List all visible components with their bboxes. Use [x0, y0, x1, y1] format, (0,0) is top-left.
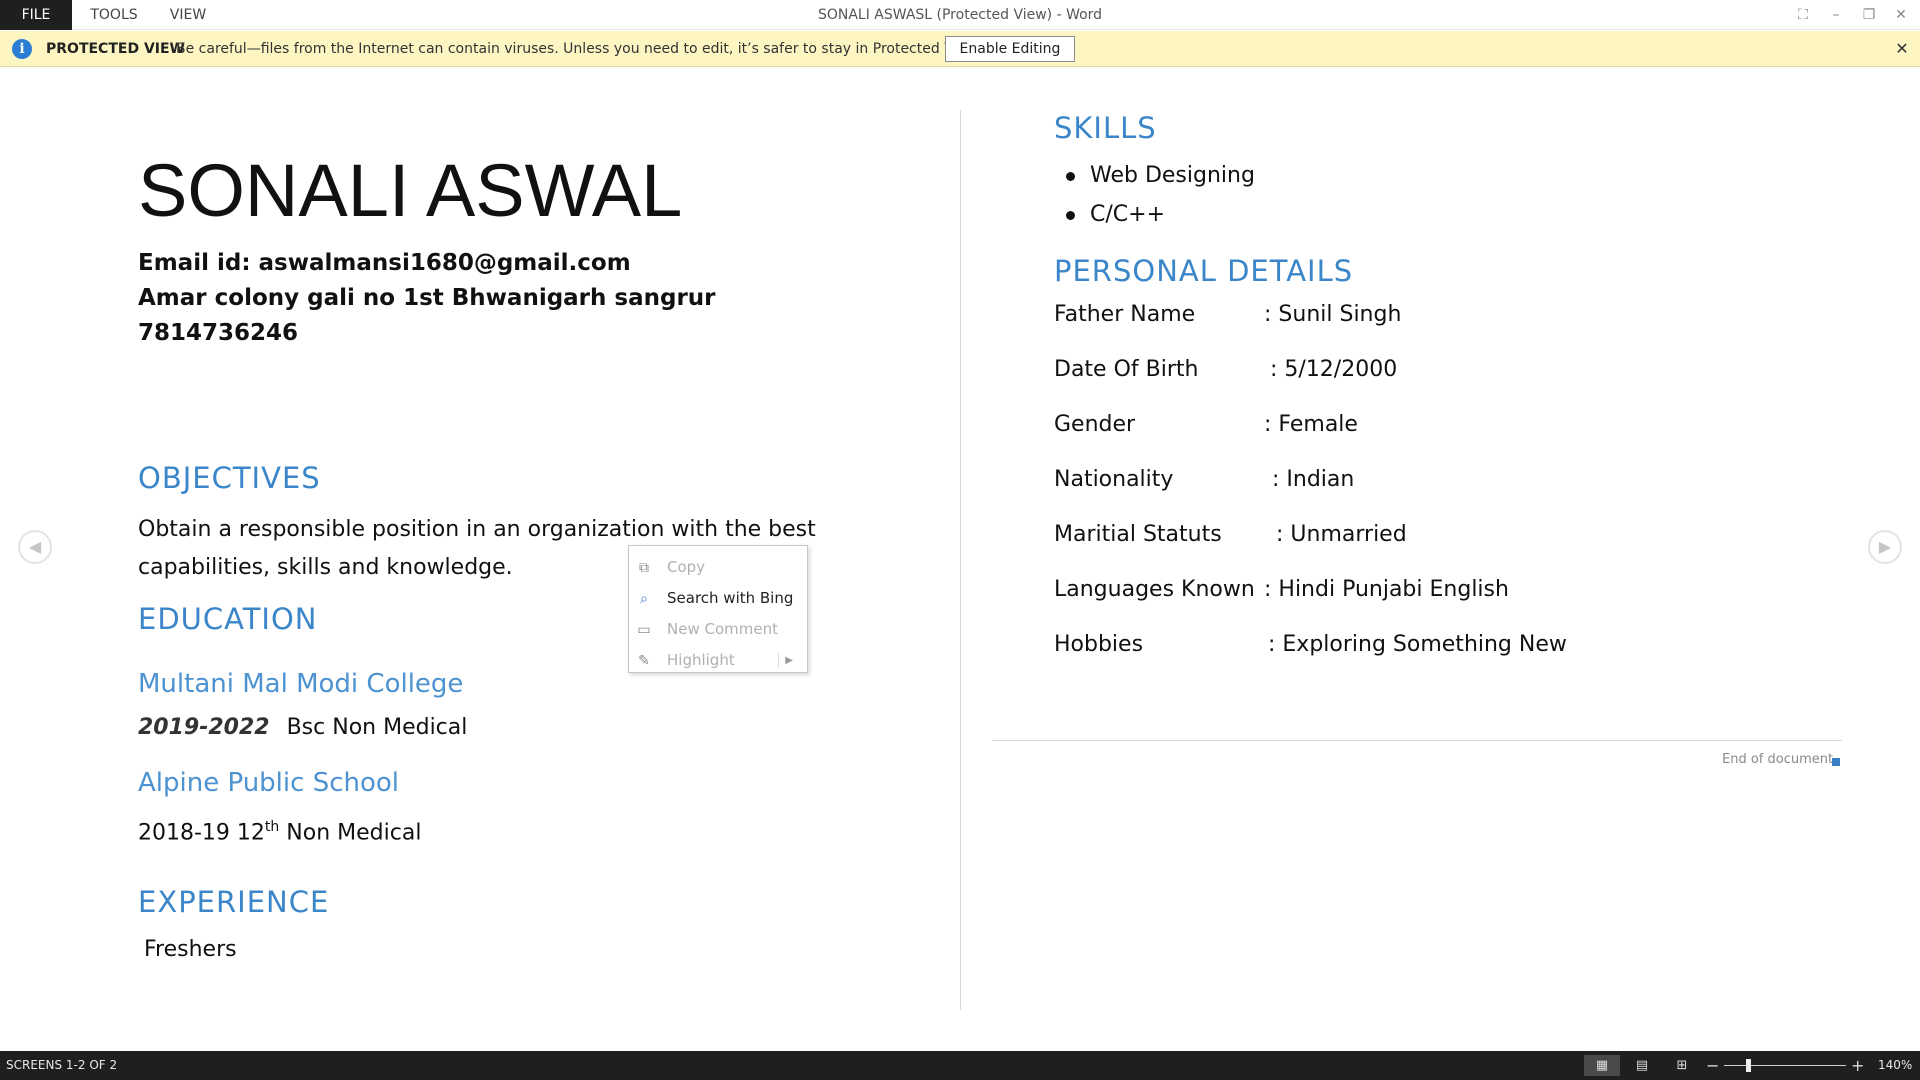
- menu-view[interactable]: VIEW: [152, 0, 224, 30]
- detail-value: : 5/12/2000: [1270, 357, 1398, 382]
- objectives-line-1: Obtain a responsible position in an orga…: [138, 517, 816, 542]
- enable-editing-button[interactable]: Enable Editing: [945, 36, 1075, 62]
- read-mode-icon[interactable]: ▦: [1584, 1055, 1620, 1076]
- detail-value: : Exploring Something New: [1268, 632, 1567, 657]
- chevron-right-icon: ▶: [785, 655, 793, 666]
- protected-view-bar: i PROTECTED VIEW Be careful—files from t…: [0, 31, 1920, 67]
- detail-value: : Sunil Singh: [1264, 302, 1402, 327]
- experience-text: Freshers: [144, 937, 237, 962]
- detail-row-father: Father Name : Sunil Singh: [1054, 302, 1654, 332]
- protected-view-title: PROTECTED VIEW: [46, 41, 185, 57]
- end-of-document-label: End of document: [1722, 752, 1834, 767]
- zoom-slider[interactable]: [1724, 1065, 1846, 1066]
- title-bar: FILE TOOLS VIEW SONALI ASWASL (Protected…: [0, 0, 1920, 30]
- highlight-icon: ✎: [638, 653, 650, 669]
- context-menu-label: New Comment: [667, 620, 778, 638]
- restore-icon[interactable]: ❐: [1856, 4, 1882, 26]
- context-menu-label: Highlight: [667, 651, 735, 669]
- comment-icon: ▭: [637, 622, 651, 638]
- zoom-slider-handle[interactable]: [1746, 1059, 1751, 1072]
- college-details: 2019-2022 Bsc Non Medical: [138, 709, 467, 747]
- end-of-document-marker: [1832, 758, 1840, 766]
- objectives-line-2: capabilities, skills and knowledge.: [138, 555, 513, 580]
- detail-value: : Hindi Punjabi English: [1264, 577, 1509, 602]
- address-line: Amar colony gali no 1st Bhwanigarh sangr…: [138, 285, 716, 311]
- detail-label: Date Of Birth: [1054, 357, 1199, 382]
- school-years: 2018-19 12: [138, 820, 265, 846]
- submenu-separator: [778, 653, 779, 668]
- personal-details-heading: PERSONAL DETAILS: [1054, 254, 1354, 288]
- skills-list: Web Designing C/C++: [1054, 156, 1255, 234]
- zoom-out-button[interactable]: −: [1706, 1051, 1719, 1080]
- detail-row-marital: Maritial Statuts : Unmarried: [1054, 522, 1654, 552]
- detail-label: Hobbies: [1054, 632, 1144, 657]
- detail-value: : Unmarried: [1276, 522, 1407, 547]
- status-bar: SCREENS 1-2 OF 2 ▦ ▤ ⊞ − + 140%: [0, 1051, 1920, 1080]
- detail-value: : Female: [1264, 412, 1358, 437]
- detail-row-hobbies: Hobbies : Exploring Something New: [1054, 632, 1654, 662]
- zoom-level[interactable]: 140%: [1878, 1051, 1912, 1080]
- close-window-icon[interactable]: ✕: [1888, 4, 1914, 26]
- school-superscript: th: [264, 819, 280, 835]
- close-icon[interactable]: ✕: [1890, 31, 1914, 67]
- detail-label: Languages Known: [1054, 577, 1255, 602]
- skill-item: Web Designing: [1054, 156, 1255, 195]
- context-menu-label: Copy: [667, 558, 706, 576]
- email-line: Email id: aswalmansi1680@gmail.com: [138, 250, 631, 276]
- menu-tools[interactable]: TOOLS: [78, 0, 150, 30]
- detail-row-nationality: Nationality : Indian: [1054, 467, 1654, 497]
- detail-label: Father Name: [1054, 302, 1196, 327]
- skills-heading: SKILLS: [1054, 111, 1157, 145]
- previous-screen-button[interactable]: ◀: [18, 530, 52, 564]
- end-of-document-line: [992, 740, 1842, 741]
- detail-label: Nationality: [1054, 467, 1174, 492]
- school-course: Non Medical: [279, 820, 422, 846]
- search-bing-icon: ⌕: [640, 591, 648, 607]
- column-divider: [960, 110, 961, 1010]
- context-menu: ⧉ Copy ⌕ Search with Bing ▭ New Comment …: [628, 545, 808, 673]
- detail-label: Gender: [1054, 412, 1136, 437]
- context-menu-copy[interactable]: ⧉ Copy: [629, 552, 807, 583]
- context-menu-highlight[interactable]: ✎ Highlight ▶: [629, 645, 807, 676]
- detail-row-gender: Gender : Female: [1054, 412, 1654, 442]
- detail-value: : Indian: [1272, 467, 1355, 492]
- detail-label: Maritial Statuts: [1054, 522, 1222, 547]
- context-menu-new-comment[interactable]: ▭ New Comment: [629, 614, 807, 645]
- print-layout-icon[interactable]: ▤: [1624, 1055, 1660, 1076]
- resume-name: SONALI ASWAL: [138, 149, 683, 232]
- info-shield-icon: i: [12, 39, 32, 59]
- detail-row-dob: Date Of Birth : 5/12/2000: [1054, 357, 1654, 387]
- document-area: ◀ ▶ SONALI ASWAL Email id: aswalmansi168…: [0, 68, 1920, 1051]
- education-heading: EDUCATION: [138, 602, 318, 636]
- zoom-in-button[interactable]: +: [1851, 1051, 1864, 1080]
- detail-row-languages: Languages Known : Hindi Punjabi English: [1054, 577, 1654, 607]
- next-screen-button[interactable]: ▶: [1868, 530, 1902, 564]
- copy-icon: ⧉: [639, 560, 649, 576]
- experience-heading: EXPERIENCE: [138, 885, 330, 919]
- fullscreen-icon[interactable]: ⛶: [1790, 4, 1816, 26]
- web-layout-icon[interactable]: ⊞: [1664, 1055, 1700, 1076]
- context-menu-search-bing[interactable]: ⌕ Search with Bing: [629, 583, 807, 614]
- objectives-heading: OBJECTIVES: [138, 461, 321, 495]
- context-menu-label: Search with Bing: [667, 589, 794, 607]
- page-count: SCREENS 1-2 OF 2: [6, 1058, 118, 1072]
- phone-line: 7814736246: [138, 320, 299, 346]
- college-years: 2019-2022: [138, 715, 270, 740]
- school-name: Alpine Public School: [138, 768, 400, 798]
- college-course: Bsc Non Medical: [286, 715, 468, 740]
- college-name: Multani Mal Modi College: [138, 669, 464, 699]
- window-title: SONALI ASWASL (Protected View) - Word: [817, 7, 1103, 23]
- minimize-icon[interactable]: –: [1823, 4, 1849, 26]
- skill-item: C/C++: [1054, 195, 1255, 234]
- school-details: 2018-19 12th Non Medical: [138, 808, 421, 852]
- protected-view-message: Be careful—files from the Internet can c…: [176, 41, 981, 57]
- menu-file[interactable]: FILE: [0, 0, 72, 30]
